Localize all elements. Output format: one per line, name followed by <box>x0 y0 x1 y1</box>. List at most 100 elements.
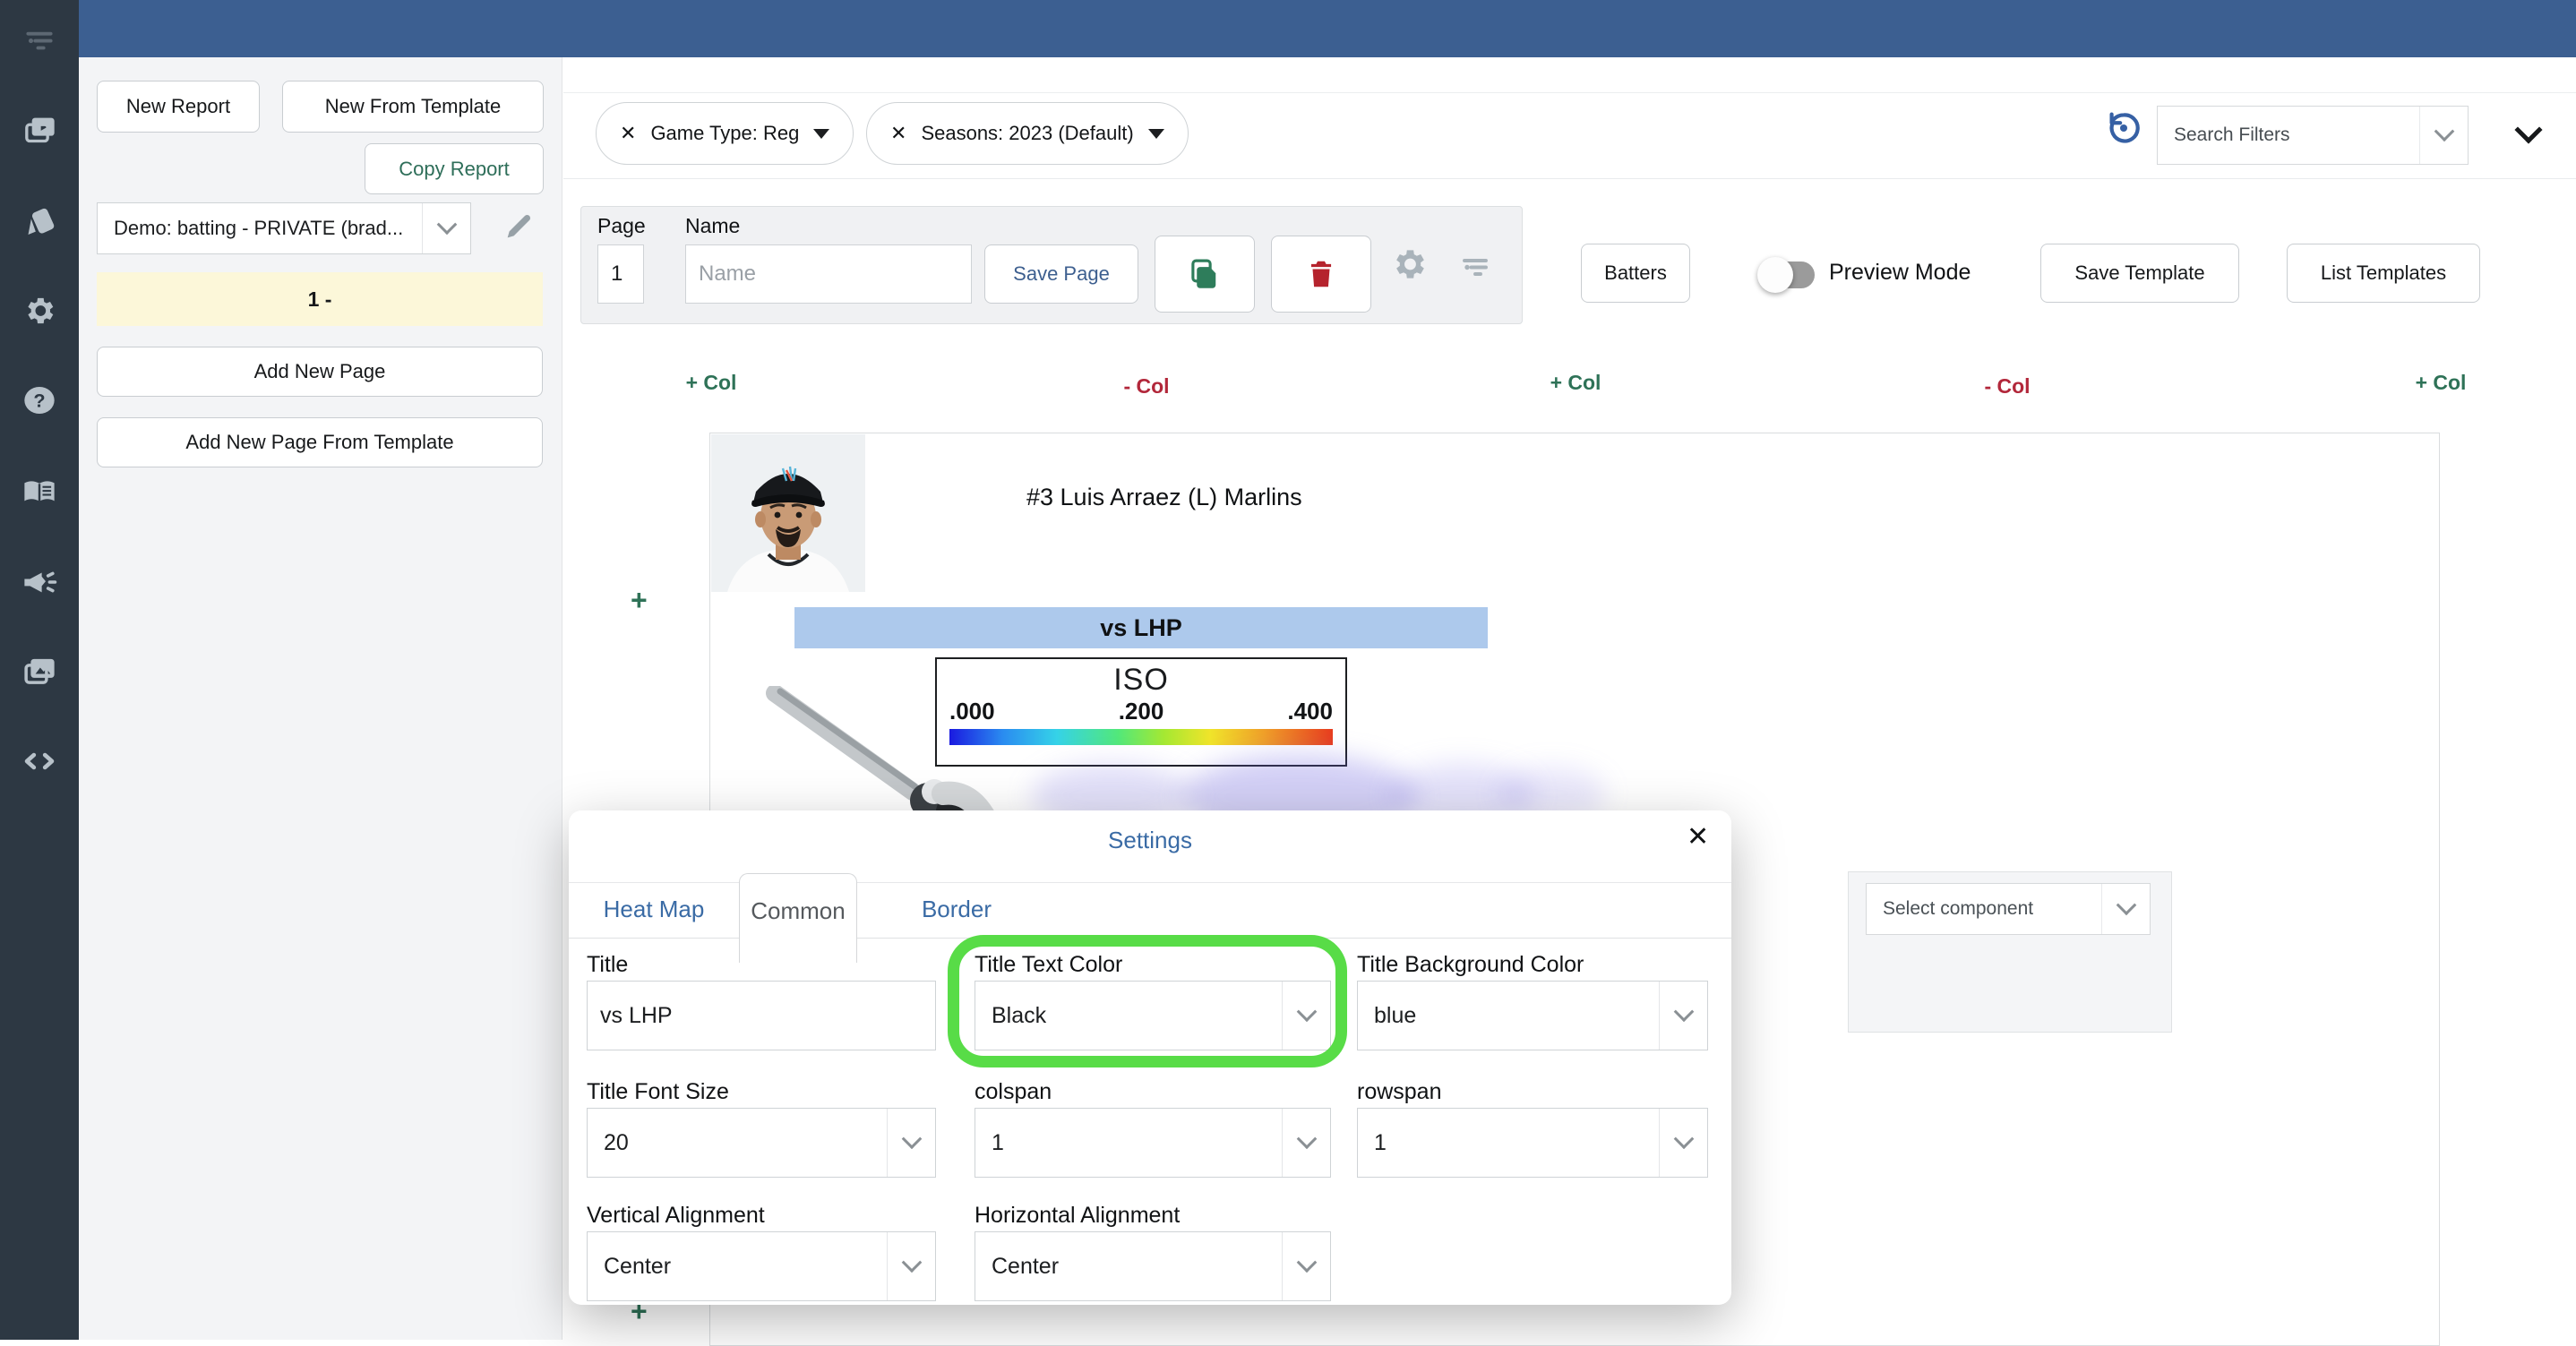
colspan-value: 1 <box>975 1109 1282 1177</box>
report-select-value: Demo: batting - PRIVATE (brad... <box>98 203 422 253</box>
toggle-knob[interactable] <box>1757 257 1793 293</box>
tab-heat-map[interactable]: Heat Map <box>596 889 712 929</box>
title-background-color-label: Title Background Color <box>1357 952 1584 978</box>
report-select[interactable]: Demo: batting - PRIVATE (brad... <box>97 202 471 254</box>
chip-caret-icon[interactable] <box>1148 129 1164 139</box>
component-title-banner[interactable]: vs LHP <box>794 607 1488 648</box>
title-background-color-select[interactable]: blue <box>1357 981 1708 1050</box>
remove-column-button[interactable]: - Col <box>1945 374 2070 399</box>
preview-mode-toggle[interactable] <box>1763 261 1815 288</box>
filter-history-icon[interactable] <box>2103 107 2144 149</box>
title-text-color-select[interactable]: Black <box>975 981 1331 1050</box>
page-name-input[interactable] <box>685 244 972 304</box>
report-sidebar: New Report New From Template Copy Report… <box>79 57 562 1340</box>
search-filters-value: Search Filters <box>2158 107 2419 164</box>
filter-chip-game-type[interactable]: ✕ Game Type: Reg <box>596 102 854 165</box>
icon-rail: ? <box>0 0 79 1340</box>
title-font-size-select[interactable]: 20 <box>587 1108 936 1178</box>
edit-report-pencil-icon[interactable] <box>502 208 537 244</box>
chevron-down-icon[interactable] <box>2101 884 2150 934</box>
add-column-button[interactable]: + Col <box>648 371 774 395</box>
vertical-alignment-label: Vertical Alignment <box>587 1203 765 1229</box>
rowspan-label: rowspan <box>1357 1079 1442 1105</box>
save-page-button[interactable]: Save Page <box>984 244 1138 304</box>
chip-caret-icon[interactable] <box>813 129 829 139</box>
component-select-value: Select component <box>1867 884 2101 934</box>
modal-title: Settings <box>569 827 1731 854</box>
add-column-button[interactable]: + Col <box>2378 371 2503 395</box>
tab-border[interactable]: Border <box>907 889 1006 929</box>
vertical-alignment-select[interactable]: Center <box>587 1231 936 1301</box>
page-toolbar: Page Name Save Page <box>580 206 1523 324</box>
svg-text:?: ? <box>33 390 45 412</box>
save-template-button[interactable]: Save Template <box>2040 244 2239 303</box>
horizontal-alignment-select[interactable]: Center <box>975 1231 1331 1301</box>
rowspan-select[interactable]: 1 <box>1357 1108 1708 1178</box>
collapse-filters-chevron-icon[interactable] <box>2519 120 2538 140</box>
vertical-alignment-value: Center <box>588 1232 887 1300</box>
add-row-button[interactable]: + <box>631 584 648 617</box>
page-label: Page <box>597 214 646 238</box>
copy-page-button[interactable] <box>1155 236 1255 313</box>
page-number-input[interactable] <box>597 244 644 304</box>
component-select[interactable]: Select component <box>1866 883 2151 935</box>
title-input[interactable] <box>587 981 936 1050</box>
colspan-label: colspan <box>975 1079 1052 1105</box>
add-new-page-button[interactable]: Add New Page <box>97 347 543 397</box>
page-settings-gear-icon[interactable] <box>1389 244 1429 284</box>
horizontal-alignment-value: Center <box>975 1232 1282 1300</box>
announcements-megaphone-icon[interactable] <box>20 562 59 602</box>
filter-chip-seasons[interactable]: ✕ Seasons: 2023 (Default) <box>866 102 1189 165</box>
new-report-button[interactable]: New Report <box>97 81 260 133</box>
component-picker-panel: Select component <box>1848 871 2172 1033</box>
code-icon[interactable] <box>20 742 59 781</box>
chevron-down-icon[interactable] <box>887 1232 935 1300</box>
top-app-bar <box>79 0 2576 57</box>
tab-common[interactable]: Common <box>739 873 857 963</box>
page-filter-icon[interactable] <box>1457 250 1493 282</box>
settings-modal: Settings ✕ Heat Map Border Common Title … <box>569 810 1731 1305</box>
title-text-color-value: Black <box>975 982 1282 1050</box>
colspan-select[interactable]: 1 <box>975 1108 1331 1178</box>
video-library-icon[interactable] <box>20 110 59 150</box>
images-icon[interactable] <box>20 651 59 690</box>
add-new-page-from-template-button[interactable]: Add New Page From Template <box>97 417 543 467</box>
batters-button[interactable]: Batters <box>1581 244 1690 303</box>
player-photo <box>711 434 865 592</box>
delete-page-button[interactable] <box>1271 236 1371 313</box>
new-from-template-button[interactable]: New From Template <box>282 81 544 133</box>
chip-label: Seasons: 2023 (Default) <box>921 122 1133 145</box>
chevron-down-icon[interactable] <box>1282 982 1330 1050</box>
chevron-down-icon[interactable] <box>2419 107 2468 164</box>
title-font-size-label: Title Font Size <box>587 1079 729 1105</box>
name-label: Name <box>685 214 740 238</box>
chevron-down-icon[interactable] <box>1282 1232 1330 1300</box>
search-filters-select[interactable]: Search Filters <box>2157 106 2469 165</box>
copy-report-button[interactable]: Copy Report <box>365 143 544 194</box>
remove-filter-icon[interactable]: ✕ <box>890 122 906 145</box>
horizontal-alignment-label: Horizontal Alignment <box>975 1203 1180 1229</box>
cards-icon[interactable] <box>20 201 59 241</box>
chevron-down-icon[interactable] <box>1659 982 1707 1050</box>
remove-column-button[interactable]: - Col <box>1084 374 1209 399</box>
chevron-down-icon[interactable] <box>1659 1109 1707 1177</box>
chevron-down-icon[interactable] <box>422 203 470 253</box>
chevron-down-icon[interactable] <box>887 1109 935 1177</box>
chevron-down-icon[interactable] <box>1282 1109 1330 1177</box>
manual-book-icon[interactable] <box>20 472 59 511</box>
settings-gear-icon[interactable] <box>20 291 59 330</box>
list-templates-button[interactable]: List Templates <box>2287 244 2480 303</box>
title-text-color-label: Title Text Color <box>975 952 1122 978</box>
title-background-color-value: blue <box>1358 982 1659 1050</box>
page-list-item[interactable]: 1 - <box>97 272 543 326</box>
title-field-label: Title <box>587 952 628 978</box>
player-title: #3 Luis Arraez (L) Marlins <box>1026 484 1302 511</box>
remove-filter-icon[interactable]: ✕ <box>620 122 636 145</box>
preview-mode-label: Preview Mode <box>1829 260 1971 286</box>
add-column-button[interactable]: + Col <box>1513 371 1638 395</box>
filter-icon[interactable] <box>20 20 59 59</box>
batter-illustration <box>762 686 1022 820</box>
title-font-size-value: 20 <box>588 1109 887 1177</box>
modal-close-icon[interactable]: ✕ <box>1687 821 1709 853</box>
help-icon[interactable]: ? <box>20 381 59 420</box>
